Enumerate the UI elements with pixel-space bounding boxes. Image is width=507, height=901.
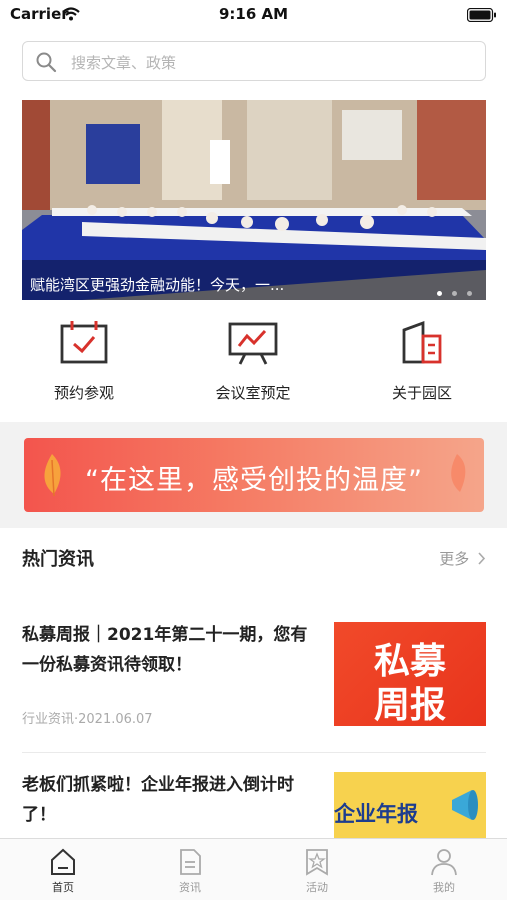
quick-action-label: 会议室预定 [215,384,291,402]
thumbnail-text: 周报 [373,685,446,726]
badge-star-icon [302,847,332,881]
quick-action-label: 预约参观 [53,384,114,402]
tab-home[interactable]: 首页 [0,839,126,901]
carousel-dot [436,291,442,296]
tab-label: 首页 [52,881,74,894]
presentation-board-icon [228,320,278,366]
tab-label: 资讯 [179,881,201,894]
news-thumbnail: 私募 周报 [334,622,486,726]
tab-profile[interactable]: 我的 [381,839,507,901]
more-label: 更多 [439,550,470,568]
search-input[interactable]: 搜索文章、政策 [22,41,486,81]
banner-carousel[interactable]: 赋能湾区更强劲金融动能！今天，一... [22,100,486,300]
tab-events[interactable]: 活动 [254,839,380,901]
news-meta: 行业资讯·2021.06.07 [22,712,153,727]
thumbnail-text: 企业年报 [334,802,418,826]
calendar-check-icon [59,320,109,366]
hot-news-header: 热门资讯 更多 [22,545,486,575]
divider [22,752,486,753]
quick-actions: 预约参观 会议室预定 关于园区 [0,310,507,420]
quick-action-meeting-room[interactable]: 会议室预定 [183,310,323,410]
status-bar: Carrier 9:16 AM [0,0,507,30]
news-item[interactable]: 老板们抓紧啦！企业年报进入倒计时了！ 企业年报 [22,770,486,842]
tab-bar: 首页 资讯 活动 我的 [0,838,507,900]
banner-photo [22,100,486,300]
megaphone-icon [448,786,482,828]
tab-label: 我的 [433,881,455,894]
slogan-text: “在这里，感受创投的温度” [85,465,423,496]
chevron-right-icon [474,550,486,568]
search-icon [35,51,57,77]
carousel-indicator [432,281,472,300]
search-placeholder: 搜索文章、政策 [71,54,177,72]
quick-action-about-park[interactable]: 关于园区 [352,310,492,410]
clock-time: 9:16 AM [218,5,289,23]
buildings-icon [397,320,447,366]
news-headline: 私募周报｜2021年第二十一期，您有一份私募资讯待领取！ [22,625,308,675]
carousel-dot [467,291,472,296]
news-item[interactable]: 私募周报｜2021年第二十一期，您有一份私募资讯待领取！ 行业资讯·2021.0… [22,620,486,730]
tab-label: 活动 [306,881,328,894]
quick-action-label: 关于园区 [391,384,452,402]
battery-icon [466,7,497,26]
banner-caption: 赋能湾区更强劲金融动能！今天，一... [30,276,285,294]
slogan-banner[interactable]: “在这里，感受创投的温度” [24,438,484,512]
home-icon [48,847,78,881]
section-title: 热门资讯 [22,549,94,570]
tab-news[interactable]: 资讯 [127,839,253,901]
more-link[interactable]: 更多 [439,548,486,569]
bubble-decoration-icon [440,452,474,500]
person-icon [429,847,459,881]
news-thumbnail: 企业年报 [334,772,486,842]
carousel-dot [451,291,457,296]
document-icon [175,847,205,881]
quick-action-visit[interactable]: 预约参观 [14,310,154,410]
news-headline: 老板们抓紧啦！企业年报进入倒计时了！ [22,775,294,825]
